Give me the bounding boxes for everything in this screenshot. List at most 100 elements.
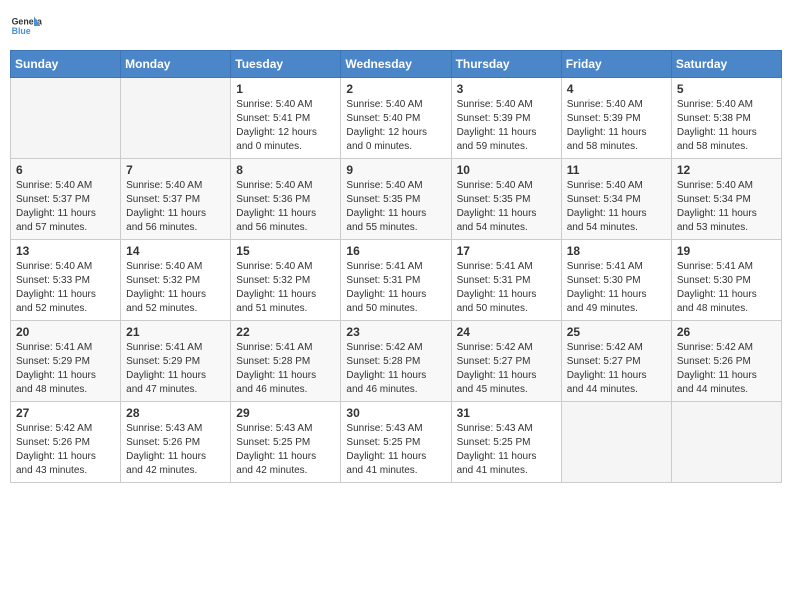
calendar-cell: 1Sunrise: 5:40 AMSunset: 5:41 PMDaylight…	[231, 78, 341, 159]
calendar-cell: 4Sunrise: 5:40 AMSunset: 5:39 PMDaylight…	[561, 78, 671, 159]
day-info: Sunrise: 5:40 AMSunset: 5:37 PMDaylight:…	[126, 179, 225, 235]
calendar-cell: 22Sunrise: 5:41 AMSunset: 5:28 PMDayligh…	[231, 321, 341, 402]
day-number: 16	[346, 244, 445, 258]
day-number: 20	[16, 325, 115, 339]
day-number: 18	[567, 244, 666, 258]
calendar-cell: 19 Sunrise: 5:41 AMSunset: 5:30 PMDayligh…	[671, 240, 781, 321]
calendar-cell: 8Sunrise: 5:40 AMSunset: 5:36 PMDaylight…	[231, 159, 341, 240]
day-info: Sunrise: 5:42 AMSunset: 5:27 PMDaylight:…	[567, 341, 666, 397]
day-number: 17	[457, 244, 556, 258]
day-info: Sunrise: 5:40 AMSunset: 5:32 PMDaylight:…	[236, 260, 335, 316]
day-info: Sunrise: 5:40 AMSunset: 5:35 PMDaylight:…	[457, 179, 556, 235]
day-info: Sunrise: 5:41 AMSunset: 5:29 PMDaylight:…	[16, 341, 115, 397]
calendar-cell: 27Sunrise: 5:42 AMSunset: 5:26 PMDayligh…	[11, 402, 121, 483]
day-info: Sunrise: 5:42 AMSunset: 5:26 PMDaylight:…	[677, 341, 776, 397]
day-info: Sunrise: 5:40 AMSunset: 5:39 PMDaylight:…	[457, 98, 556, 154]
calendar-header-row: SundayMondayTuesdayWednesdayThursdayFrid…	[11, 51, 782, 78]
calendar-cell: 9Sunrise: 5:40 AMSunset: 5:35 PMDaylight…	[341, 159, 451, 240]
day-info: Sunrise: 5:41 AMSunset: 5:30 PMDaylight:…	[677, 260, 776, 316]
day-number: 6	[16, 163, 115, 177]
day-number: 23	[346, 325, 445, 339]
day-number: 30	[346, 406, 445, 420]
day-info: Sunrise: 5:40 AMSunset: 5:39 PMDaylight:…	[567, 98, 666, 154]
calendar-cell: 29 Sunrise: 5:43 AMSunset: 5:25 PMDayligh…	[231, 402, 341, 483]
calendar-cell: 21Sunrise: 5:41 AMSunset: 5:29 PMDayligh…	[121, 321, 231, 402]
calendar-cell: 11 Sunrise: 5:40 AMSunset: 5:34 PMDayligh…	[561, 159, 671, 240]
day-of-week-header: Sunday	[11, 51, 121, 78]
calendar-cell	[121, 78, 231, 159]
day-number: 3	[457, 82, 556, 96]
day-of-week-header: Friday	[561, 51, 671, 78]
day-info: Sunrise: 5:43 AMSunset: 5:26 PMDaylight:…	[126, 422, 225, 478]
day-info: Sunrise: 5:43 AMSunset: 5:25 PMDaylight:…	[457, 422, 556, 478]
day-number: 21	[126, 325, 225, 339]
calendar-cell: 30 Sunrise: 5:43 AMSunset: 5:25 PMDayligh…	[341, 402, 451, 483]
day-number: 28	[126, 406, 225, 420]
calendar-table: SundayMondayTuesdayWednesdayThursdayFrid…	[10, 50, 782, 483]
day-number: 2	[346, 82, 445, 96]
calendar-cell: 18 Sunrise: 5:41 AMSunset: 5:30 PMDayligh…	[561, 240, 671, 321]
calendar-week-row: 1Sunrise: 5:40 AMSunset: 5:41 PMDaylight…	[11, 78, 782, 159]
day-info: Sunrise: 5:40 AMSunset: 5:40 PMDaylight:…	[346, 98, 445, 154]
calendar-cell: 31 Sunrise: 5:43 AMSunset: 5:25 PMDayligh…	[451, 402, 561, 483]
calendar-week-row: 20 Sunrise: 5:41 AMSunset: 5:29 PMDayligh…	[11, 321, 782, 402]
calendar-cell: 23 Sunrise: 5:42 AMSunset: 5:28 PMDayligh…	[341, 321, 451, 402]
day-number: 14	[126, 244, 225, 258]
day-of-week-header: Wednesday	[341, 51, 451, 78]
logo: General Blue	[10, 10, 42, 42]
calendar-cell: 14 Sunrise: 5:40 AMSunset: 5:32 PMDayligh…	[121, 240, 231, 321]
calendar-cell: 16Sunrise: 5:41 AMSunset: 5:31 PMDayligh…	[341, 240, 451, 321]
day-number: 7	[126, 163, 225, 177]
calendar-cell: 15Sunrise: 5:40 AMSunset: 5:32 PMDayligh…	[231, 240, 341, 321]
day-info: Sunrise: 5:40 AMSunset: 5:35 PMDaylight:…	[346, 179, 445, 235]
calendar-week-row: 13Sunrise: 5:40 AMSunset: 5:33 PMDayligh…	[11, 240, 782, 321]
calendar-cell: 17 Sunrise: 5:41 AMSunset: 5:31 PMDayligh…	[451, 240, 561, 321]
day-info: Sunrise: 5:40 AMSunset: 5:34 PMDaylight:…	[567, 179, 666, 235]
calendar-cell: 28 Sunrise: 5:43 AMSunset: 5:26 PMDayligh…	[121, 402, 231, 483]
day-info: Sunrise: 5:41 AMSunset: 5:28 PMDaylight:…	[236, 341, 335, 397]
day-info: Sunrise: 5:40 AMSunset: 5:32 PMDaylight:…	[126, 260, 225, 316]
day-number: 11	[567, 163, 666, 177]
day-info: Sunrise: 5:41 AMSunset: 5:30 PMDaylight:…	[567, 260, 666, 316]
day-info: Sunrise: 5:40 AMSunset: 5:36 PMDaylight:…	[236, 179, 335, 235]
calendar-cell: 13Sunrise: 5:40 AMSunset: 5:33 PMDayligh…	[11, 240, 121, 321]
day-number: 29	[236, 406, 335, 420]
day-info: Sunrise: 5:43 AMSunset: 5:25 PMDaylight:…	[236, 422, 335, 478]
day-info: Sunrise: 5:42 AMSunset: 5:28 PMDaylight:…	[346, 341, 445, 397]
calendar-week-row: 27Sunrise: 5:42 AMSunset: 5:26 PMDayligh…	[11, 402, 782, 483]
calendar-cell	[671, 402, 781, 483]
calendar-cell: 5 Sunrise: 5:40 AMSunset: 5:38 PMDaylight…	[671, 78, 781, 159]
day-number: 26	[677, 325, 776, 339]
day-info: Sunrise: 5:41 AMSunset: 5:31 PMDaylight:…	[457, 260, 556, 316]
day-info: Sunrise: 5:43 AMSunset: 5:25 PMDaylight:…	[346, 422, 445, 478]
day-info: Sunrise: 5:42 AMSunset: 5:26 PMDaylight:…	[16, 422, 115, 478]
day-number: 24	[457, 325, 556, 339]
day-info: Sunrise: 5:40 AMSunset: 5:37 PMDaylight:…	[16, 179, 115, 235]
day-number: 10	[457, 163, 556, 177]
calendar-cell: 24 Sunrise: 5:42 AMSunset: 5:27 PMDayligh…	[451, 321, 561, 402]
day-number: 19	[677, 244, 776, 258]
calendar-cell: 20 Sunrise: 5:41 AMSunset: 5:29 PMDayligh…	[11, 321, 121, 402]
calendar-cell	[561, 402, 671, 483]
day-info: Sunrise: 5:40 AMSunset: 5:34 PMDaylight:…	[677, 179, 776, 235]
calendar-cell: 3 Sunrise: 5:40 AMSunset: 5:39 PMDaylight…	[451, 78, 561, 159]
day-info: Sunrise: 5:40 AMSunset: 5:33 PMDaylight:…	[16, 260, 115, 316]
day-number: 5	[677, 82, 776, 96]
day-number: 25	[567, 325, 666, 339]
day-info: Sunrise: 5:40 AMSunset: 5:38 PMDaylight:…	[677, 98, 776, 154]
day-number: 12	[677, 163, 776, 177]
day-of-week-header: Monday	[121, 51, 231, 78]
calendar-cell	[11, 78, 121, 159]
calendar-cell: 6 Sunrise: 5:40 AMSunset: 5:37 PMDaylight…	[11, 159, 121, 240]
calendar-week-row: 6 Sunrise: 5:40 AMSunset: 5:37 PMDaylight…	[11, 159, 782, 240]
day-of-week-header: Tuesday	[231, 51, 341, 78]
day-number: 31	[457, 406, 556, 420]
calendar-cell: 7 Sunrise: 5:40 AMSunset: 5:37 PMDaylight…	[121, 159, 231, 240]
calendar-cell: 26 Sunrise: 5:42 AMSunset: 5:26 PMDayligh…	[671, 321, 781, 402]
calendar-cell: 2 Sunrise: 5:40 AMSunset: 5:40 PMDaylight…	[341, 78, 451, 159]
calendar-body: 1Sunrise: 5:40 AMSunset: 5:41 PMDaylight…	[11, 78, 782, 483]
day-info: Sunrise: 5:42 AMSunset: 5:27 PMDaylight:…	[457, 341, 556, 397]
calendar-cell: 12 Sunrise: 5:40 AMSunset: 5:34 PMDayligh…	[671, 159, 781, 240]
day-of-week-header: Saturday	[671, 51, 781, 78]
logo-icon: General Blue	[10, 10, 42, 42]
